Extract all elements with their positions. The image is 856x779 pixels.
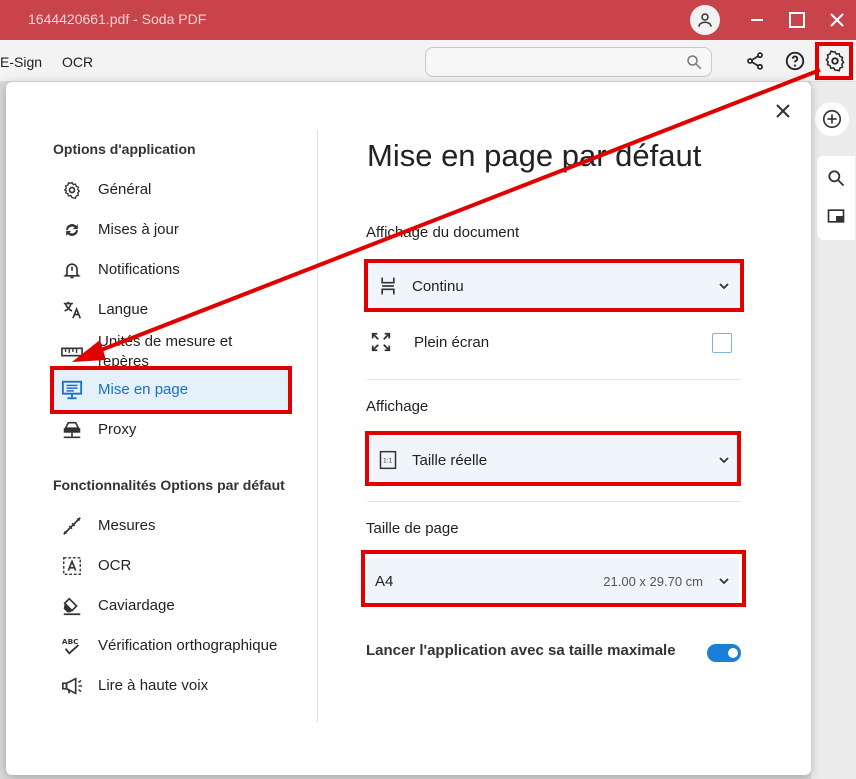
nav-label: Mises à jour bbox=[98, 221, 179, 238]
layout-icon bbox=[60, 378, 84, 402]
display-label: Affichage bbox=[366, 398, 429, 415]
nav-item-language[interactable]: Langue bbox=[52, 290, 288, 330]
launch-max-toggle[interactable] bbox=[707, 644, 741, 662]
side-search-icon[interactable] bbox=[826, 168, 846, 193]
nav-item-ocr[interactable]: OCR bbox=[52, 546, 288, 586]
search-input[interactable] bbox=[434, 52, 679, 72]
search-box[interactable] bbox=[425, 47, 712, 77]
nav-item-updates[interactable]: Mises à jour bbox=[52, 210, 288, 250]
nav-label: Caviardage bbox=[98, 597, 175, 614]
side-tools bbox=[817, 156, 855, 240]
nav-item-notifications[interactable]: Notifications bbox=[52, 250, 288, 290]
launch-max-label: Lancer l'application avec sa taille maxi… bbox=[366, 642, 676, 659]
display-highlight-box bbox=[365, 431, 741, 486]
nav-item-measures[interactable]: Mesures bbox=[52, 506, 288, 546]
fullscreen-checkbox[interactable] bbox=[712, 333, 732, 353]
proxy-icon bbox=[60, 418, 84, 442]
divider bbox=[367, 501, 741, 502]
translate-icon bbox=[60, 298, 84, 322]
minimize-icon[interactable] bbox=[742, 6, 772, 34]
nav-label: Mise en page bbox=[98, 381, 189, 398]
toggle-knob bbox=[728, 648, 738, 658]
spellcheck-icon: ABC bbox=[60, 634, 84, 658]
nav-label: Notifications bbox=[98, 261, 180, 278]
nav-label: Lire à haute voix bbox=[98, 677, 209, 694]
document-display-highlight-box bbox=[364, 259, 744, 312]
tab-esign[interactable]: E-Sign bbox=[0, 54, 42, 70]
nav-label: Proxy bbox=[98, 421, 137, 438]
gear-icon bbox=[60, 178, 84, 202]
eraser-icon bbox=[60, 594, 84, 618]
side-panel-icon[interactable] bbox=[826, 206, 846, 231]
section-title-app-options: Options d'application bbox=[53, 141, 196, 157]
nav-label: OCR bbox=[98, 557, 132, 574]
megaphone-icon bbox=[60, 674, 84, 698]
help-icon[interactable] bbox=[782, 48, 808, 74]
title-bar: 1644420661.pdf - Soda PDF bbox=[0, 0, 856, 40]
nav-item-spellcheck[interactable]: ABC Vérification orthographique bbox=[52, 626, 288, 666]
bell-icon bbox=[60, 258, 84, 282]
page-size-label: Taille de page bbox=[366, 520, 459, 537]
nav-item-general[interactable]: Général bbox=[52, 170, 288, 210]
share-icon[interactable] bbox=[742, 48, 768, 74]
settings-dialog: Options d'application Général Mises à jo… bbox=[6, 82, 811, 775]
window-close-icon[interactable] bbox=[822, 6, 852, 34]
nav-divider bbox=[317, 130, 318, 722]
ocr-icon bbox=[60, 554, 84, 578]
user-avatar-icon[interactable] bbox=[690, 5, 720, 35]
settings-highlight-box bbox=[815, 42, 853, 80]
nav-item-proxy[interactable]: Proxy bbox=[52, 410, 288, 450]
svg-text:ABC: ABC bbox=[62, 637, 79, 646]
fullscreen-icon bbox=[370, 331, 392, 358]
nav-label: Langue bbox=[98, 301, 149, 318]
background-side-panel bbox=[811, 82, 856, 779]
nav-label: Général bbox=[98, 181, 152, 198]
settings-nav: Options d'application Général Mises à jo… bbox=[6, 82, 318, 775]
dialog-close-icon[interactable] bbox=[770, 98, 796, 124]
window-title: 1644420661.pdf - Soda PDF bbox=[28, 11, 207, 27]
tab-ocr[interactable]: OCR bbox=[62, 54, 93, 70]
nav-item-redaction[interactable]: Caviardage bbox=[52, 586, 288, 626]
section-title-features: Fonctionnalités Options par défaut bbox=[53, 477, 285, 493]
toolbar: E-Sign OCR bbox=[0, 40, 856, 82]
nav-item-page-layout[interactable]: Mise en page bbox=[50, 366, 292, 414]
page-size-highlight-box bbox=[361, 550, 746, 607]
page-title: Mise en page par défaut bbox=[367, 138, 702, 173]
document-display-label: Affichage du document bbox=[366, 224, 520, 241]
maximize-icon[interactable] bbox=[782, 6, 812, 34]
nav-label: Unités de mesure et repères bbox=[98, 333, 233, 370]
measure-icon bbox=[60, 514, 84, 538]
add-icon[interactable] bbox=[815, 102, 849, 136]
sync-icon bbox=[60, 218, 84, 242]
search-icon[interactable] bbox=[685, 53, 703, 76]
ruler-icon bbox=[60, 340, 84, 364]
fullscreen-label: Plein écran bbox=[414, 334, 490, 351]
nav-item-read-aloud[interactable]: Lire à haute voix bbox=[52, 666, 288, 706]
divider bbox=[367, 379, 741, 380]
nav-label: Mesures bbox=[98, 517, 156, 534]
nav-label: Vérification orthographique bbox=[98, 637, 278, 654]
